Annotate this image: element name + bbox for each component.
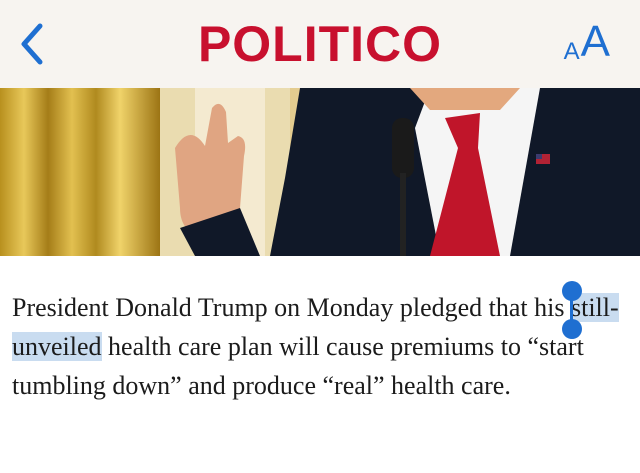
text-size-large-label: A xyxy=(580,17,610,66)
selection-end-handle[interactable] xyxy=(561,285,582,339)
article-hero-image xyxy=(0,88,640,256)
top-nav-bar: POLITICO A A xyxy=(0,0,640,88)
politico-logo: POLITICO xyxy=(197,16,443,72)
article-paragraph[interactable]: President Donald Trump on Monday pledged… xyxy=(12,281,632,405)
text-size-button[interactable]: A A xyxy=(564,16,610,72)
text-size-small-label: A xyxy=(563,38,580,65)
hero-photo xyxy=(0,88,640,256)
selection-end-knob xyxy=(561,319,582,339)
article-body: President Donald Trump on Monday pledged… xyxy=(12,281,632,405)
article-text-line1: President Donald Trump on Monday pledged… xyxy=(12,293,565,322)
